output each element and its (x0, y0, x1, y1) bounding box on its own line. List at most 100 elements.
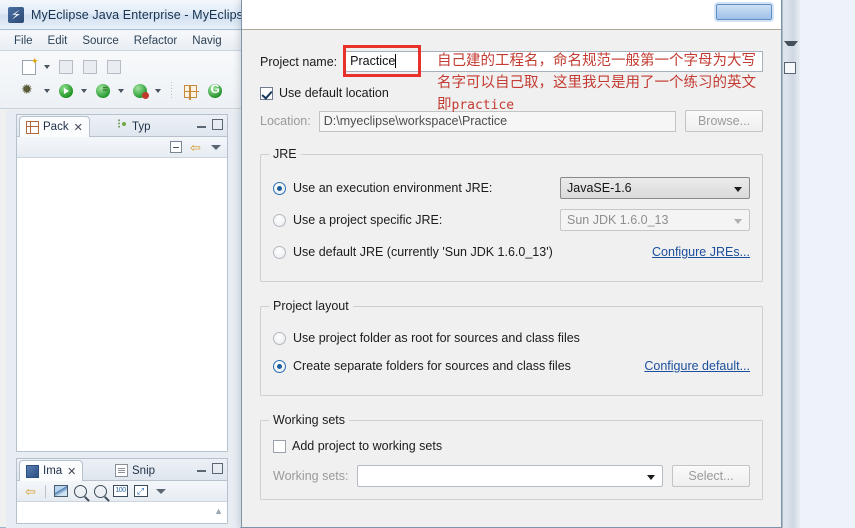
chevron-down-icon[interactable] (784, 36, 798, 50)
package-explorer-tree[interactable] (17, 158, 227, 451)
zoom-in-icon[interactable] (93, 484, 108, 499)
link-with-editor-icon[interactable]: ⇦ (188, 140, 203, 155)
image-view-canvas[interactable]: ▲ (17, 502, 227, 523)
tab-type-hierarchy[interactable]: Typ (109, 116, 157, 137)
location-label: Location: (260, 114, 311, 128)
close-icon[interactable]: ✕ (74, 121, 83, 134)
zoom-out-icon[interactable] (73, 484, 88, 499)
close-icon[interactable]: ✕ (67, 465, 76, 478)
add-project-to-working-sets-row[interactable]: Add project to working sets (273, 439, 750, 453)
right-view-strip[interactable] (782, 0, 800, 528)
use-default-location-row[interactable]: Use default location (260, 86, 763, 100)
print-icon[interactable] (103, 57, 124, 77)
fit-to-window-icon[interactable]: ⤢ (133, 484, 148, 499)
maximize-icon[interactable] (212, 119, 223, 130)
tab-image-label: Ima (43, 465, 63, 477)
jre-project-specific-radio[interactable] (273, 213, 286, 227)
tab-package-explorer-label: Pack (43, 121, 69, 133)
run-dropdown-arrow-icon[interactable] (79, 81, 89, 101)
run-config-icon[interactable] (92, 81, 113, 101)
menu-item-navigate[interactable]: Navig (192, 35, 221, 47)
configure-jres-link[interactable]: Configure JREs... (652, 245, 750, 259)
select-working-sets-button[interactable]: Select... (672, 465, 750, 487)
tab-snippets[interactable]: Snip (109, 460, 161, 481)
minimize-icon[interactable] (196, 463, 207, 474)
save-icon[interactable] (55, 57, 76, 77)
jre-execution-environment-radio[interactable] (273, 181, 286, 195)
picture-icon[interactable] (53, 484, 68, 499)
view-menu-icon[interactable] (153, 484, 168, 499)
dialog-header-button[interactable] (716, 4, 772, 20)
new-java-project-dialog: Project name: Practice Use default locat… (241, 0, 782, 528)
run-server-dropdown-arrow-icon[interactable] (153, 81, 163, 101)
project-name-label: Project name: (260, 54, 338, 69)
new-wizard-icon[interactable] (180, 81, 201, 101)
jre-project-specific-row[interactable]: Use a project specific JRE: Sun JDK 1.6.… (273, 209, 750, 231)
restore-icon[interactable] (784, 62, 796, 74)
link-with-editor-icon[interactable]: ⇦ (23, 484, 38, 499)
jre-default-radio[interactable] (273, 245, 286, 259)
toolbar-separator (45, 484, 46, 498)
package-explorer-tabbar: Pack ✕ Typ (17, 115, 227, 137)
jre-default-row[interactable]: Use default JRE (currently 'Sun JDK 1.6.… (273, 241, 750, 263)
dialog-header-strip (242, 0, 781, 30)
project-specific-jre-combo[interactable]: Sun JDK 1.6.0_13 (560, 209, 750, 231)
minimize-icon[interactable] (196, 119, 207, 130)
project-name-input[interactable]: Practice (345, 51, 763, 72)
desktop-background (800, 0, 855, 528)
browse-button[interactable]: Browse... (685, 110, 763, 132)
debug-icon[interactable] (18, 81, 39, 101)
package-explorer-view: Pack ✕ Typ ⇦ (16, 114, 228, 452)
tab-image[interactable]: Ima ✕ (19, 460, 84, 481)
configure-default-link[interactable]: Configure default... (644, 359, 750, 373)
toolbar-row-2 (18, 81, 225, 101)
tab-package-explorer[interactable]: Pack ✕ (19, 116, 90, 137)
package-icon (26, 120, 39, 134)
execution-environment-value: JavaSE-1.6 (567, 181, 632, 195)
layout-separate-folders-row[interactable]: Create separate folders for sources and … (273, 355, 750, 377)
scroll-up-icon[interactable]: ▲ (214, 506, 223, 516)
run-icon[interactable] (55, 81, 76, 101)
zoom-100-label: 100 (113, 485, 128, 497)
jre-default-label: Use default JRE (currently 'Sun JDK 1.6.… (293, 245, 553, 259)
maximize-icon[interactable] (212, 463, 223, 474)
package-explorer-window-controls (196, 119, 223, 130)
new-file-icon[interactable] (18, 56, 39, 77)
new-file-dropdown-arrow-icon[interactable] (42, 57, 52, 77)
working-sets-group-title: Working sets (269, 413, 350, 427)
image-view-toolbar: ⇦ 100 ⤢ (17, 481, 227, 502)
menu-item-source[interactable]: Source (82, 35, 118, 47)
zoom-100-icon[interactable]: 100 (113, 484, 128, 499)
project-layout-group: Project layout Use project folder as roo… (260, 299, 763, 396)
view-menu-icon[interactable] (208, 140, 223, 155)
myeclipse-icon (8, 6, 24, 23)
package-explorer-toolbar: ⇦ (17, 137, 227, 158)
working-sets-label: Working sets: (273, 469, 349, 483)
refresh-icon[interactable] (204, 81, 225, 101)
save-all-icon[interactable] (79, 57, 100, 77)
image-view: Ima ✕ Snip ⇦ 100 ⤢ ▲ (16, 458, 228, 524)
layout-separate-folders-label: Create separate folders for sources and … (293, 359, 571, 373)
jre-execution-environment-row[interactable]: Use an execution environment JRE: JavaSE… (273, 177, 750, 199)
collapse-all-icon[interactable] (168, 140, 183, 155)
working-sets-combo[interactable] (356, 465, 663, 487)
image-icon (26, 464, 39, 478)
run-config-dropdown-arrow-icon[interactable] (116, 81, 126, 101)
jre-group: JRE Use an execution environment JRE: Ja… (260, 147, 763, 282)
add-project-to-working-sets-checkbox[interactable] (273, 439, 286, 453)
execution-environment-combo[interactable]: JavaSE-1.6 (560, 177, 750, 199)
layout-separate-folders-radio[interactable] (273, 359, 286, 373)
layout-project-folder-row[interactable]: Use project folder as root for sources a… (273, 327, 750, 349)
menu-item-file[interactable]: File (14, 35, 33, 47)
layout-project-folder-radio[interactable] (273, 331, 286, 345)
debug-dropdown-arrow-icon[interactable] (42, 81, 52, 101)
menu-item-edit[interactable]: Edit (48, 35, 68, 47)
menu-item-refactor[interactable]: Refactor (134, 35, 177, 47)
run-server-icon[interactable] (129, 81, 150, 101)
location-input[interactable]: D:\myeclipse\workspace\Practice (318, 110, 676, 132)
use-default-location-checkbox[interactable] (260, 86, 273, 100)
window-title: MyEclipse Java Enterprise - MyEclips (31, 7, 243, 22)
project-specific-jre-value: Sun JDK 1.6.0_13 (567, 213, 669, 227)
working-sets-row: Working sets: Select... (273, 465, 750, 487)
jre-project-specific-label: Use a project specific JRE: (293, 213, 443, 227)
